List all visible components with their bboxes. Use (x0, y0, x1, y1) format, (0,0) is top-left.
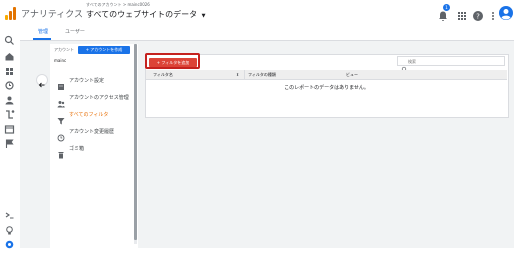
column-header-filter-type[interactable]: フィルタの種類 (248, 72, 276, 78)
acquisition-icon[interactable] (4, 105, 15, 119)
history-icon (57, 127, 65, 142)
conversions-flag-icon[interactable] (4, 134, 15, 148)
home-icon[interactable] (4, 47, 15, 61)
left-nav-rail (0, 26, 21, 249)
active-tab-indicator (33, 38, 51, 40)
tab-admin[interactable]: 管理 (38, 28, 48, 35)
breadcrumb[interactable]: すべてのアカウント > mainc0026 (86, 2, 150, 8)
trash-icon (57, 144, 65, 159)
search-box[interactable] (397, 56, 505, 73)
column-header-filter-name[interactable]: フィルタ名 (153, 72, 173, 78)
avatar[interactable] (499, 5, 513, 20)
top-header: アナリティクス すべてのアカウント > mainc0026 すべてのウェブサイト… (0, 0, 514, 27)
notifications-icon[interactable]: 1 (437, 4, 450, 21)
account-label: アカウント (54, 47, 74, 52)
admin-tabs: 管理 ユーザー (20, 26, 514, 41)
realtime-icon[interactable] (4, 76, 15, 90)
analytics-logo[interactable] (4, 6, 18, 20)
column-divider (244, 70, 245, 79)
help-icon[interactable]: ? (472, 7, 484, 21)
menu-item-all-filters[interactable]: すべてのフィルタ (50, 107, 134, 125)
people-icon (57, 93, 65, 108)
search-icon (401, 58, 408, 73)
tab-user[interactable]: ユーザー (65, 28, 85, 35)
column-header-view[interactable]: ビュー (346, 72, 358, 78)
search-input[interactable] (408, 57, 502, 65)
menu-item-change-history[interactable]: アカウント変更履歴 (50, 124, 134, 142)
scrollbar-thumb[interactable] (134, 44, 137, 240)
menu-item-account-access[interactable]: アカウントのアクセス管理 (50, 90, 134, 108)
back-button[interactable] (36, 74, 48, 88)
discover-lightbulb-icon[interactable] (4, 221, 15, 235)
search-icon[interactable] (4, 31, 15, 45)
behavior-icon[interactable] (4, 120, 15, 134)
menu-item-trash[interactable]: ゴミ箱 (50, 141, 134, 159)
menu-item-label: アカウント設定 (69, 78, 105, 84)
filter-icon (57, 110, 65, 125)
notification-badge: 1 (443, 4, 450, 11)
menu-item-label: アカウントのアクセス管理 (69, 95, 129, 101)
app-title: アナリティクス (21, 10, 84, 20)
empty-table-message: このレポートのデータはありません。 (284, 85, 369, 91)
property-selector[interactable]: すべてのウェブサイトのデータ ▼ (86, 9, 206, 20)
building-icon (57, 76, 65, 90)
more-vert-icon[interactable] (487, 7, 499, 20)
menu-item-label: すべてのフィルタ (69, 112, 109, 118)
create-account-button[interactable]: + アカウントを作成 (78, 46, 130, 54)
menu-item-label: ゴミ箱 (69, 146, 85, 152)
admin-gear-icon[interactable] (4, 235, 15, 249)
account-selector[interactable]: mainc (54, 58, 66, 63)
attribution-icon[interactable] (4, 206, 15, 219)
svg-text:?: ? (476, 13, 480, 21)
menu-item-account-settings[interactable]: アカウント設定 (50, 73, 134, 90)
highlight-box (145, 53, 200, 69)
apps-grid-icon[interactable] (456, 7, 468, 20)
audience-icon[interactable] (4, 91, 15, 105)
customization-icon[interactable] (4, 62, 15, 75)
property-name: すべてのウェブサイトのデータ (86, 10, 198, 19)
sort-arrow-icon[interactable]: ⬍ (236, 72, 239, 77)
filters-table-header: フィルタ名 ⬍ フィルタの種類 ビュー (146, 70, 507, 80)
caret-down-icon: ▼ (201, 13, 206, 19)
arrow-left-icon (38, 82, 45, 88)
menu-item-label: アカウント変更履歴 (69, 129, 115, 135)
